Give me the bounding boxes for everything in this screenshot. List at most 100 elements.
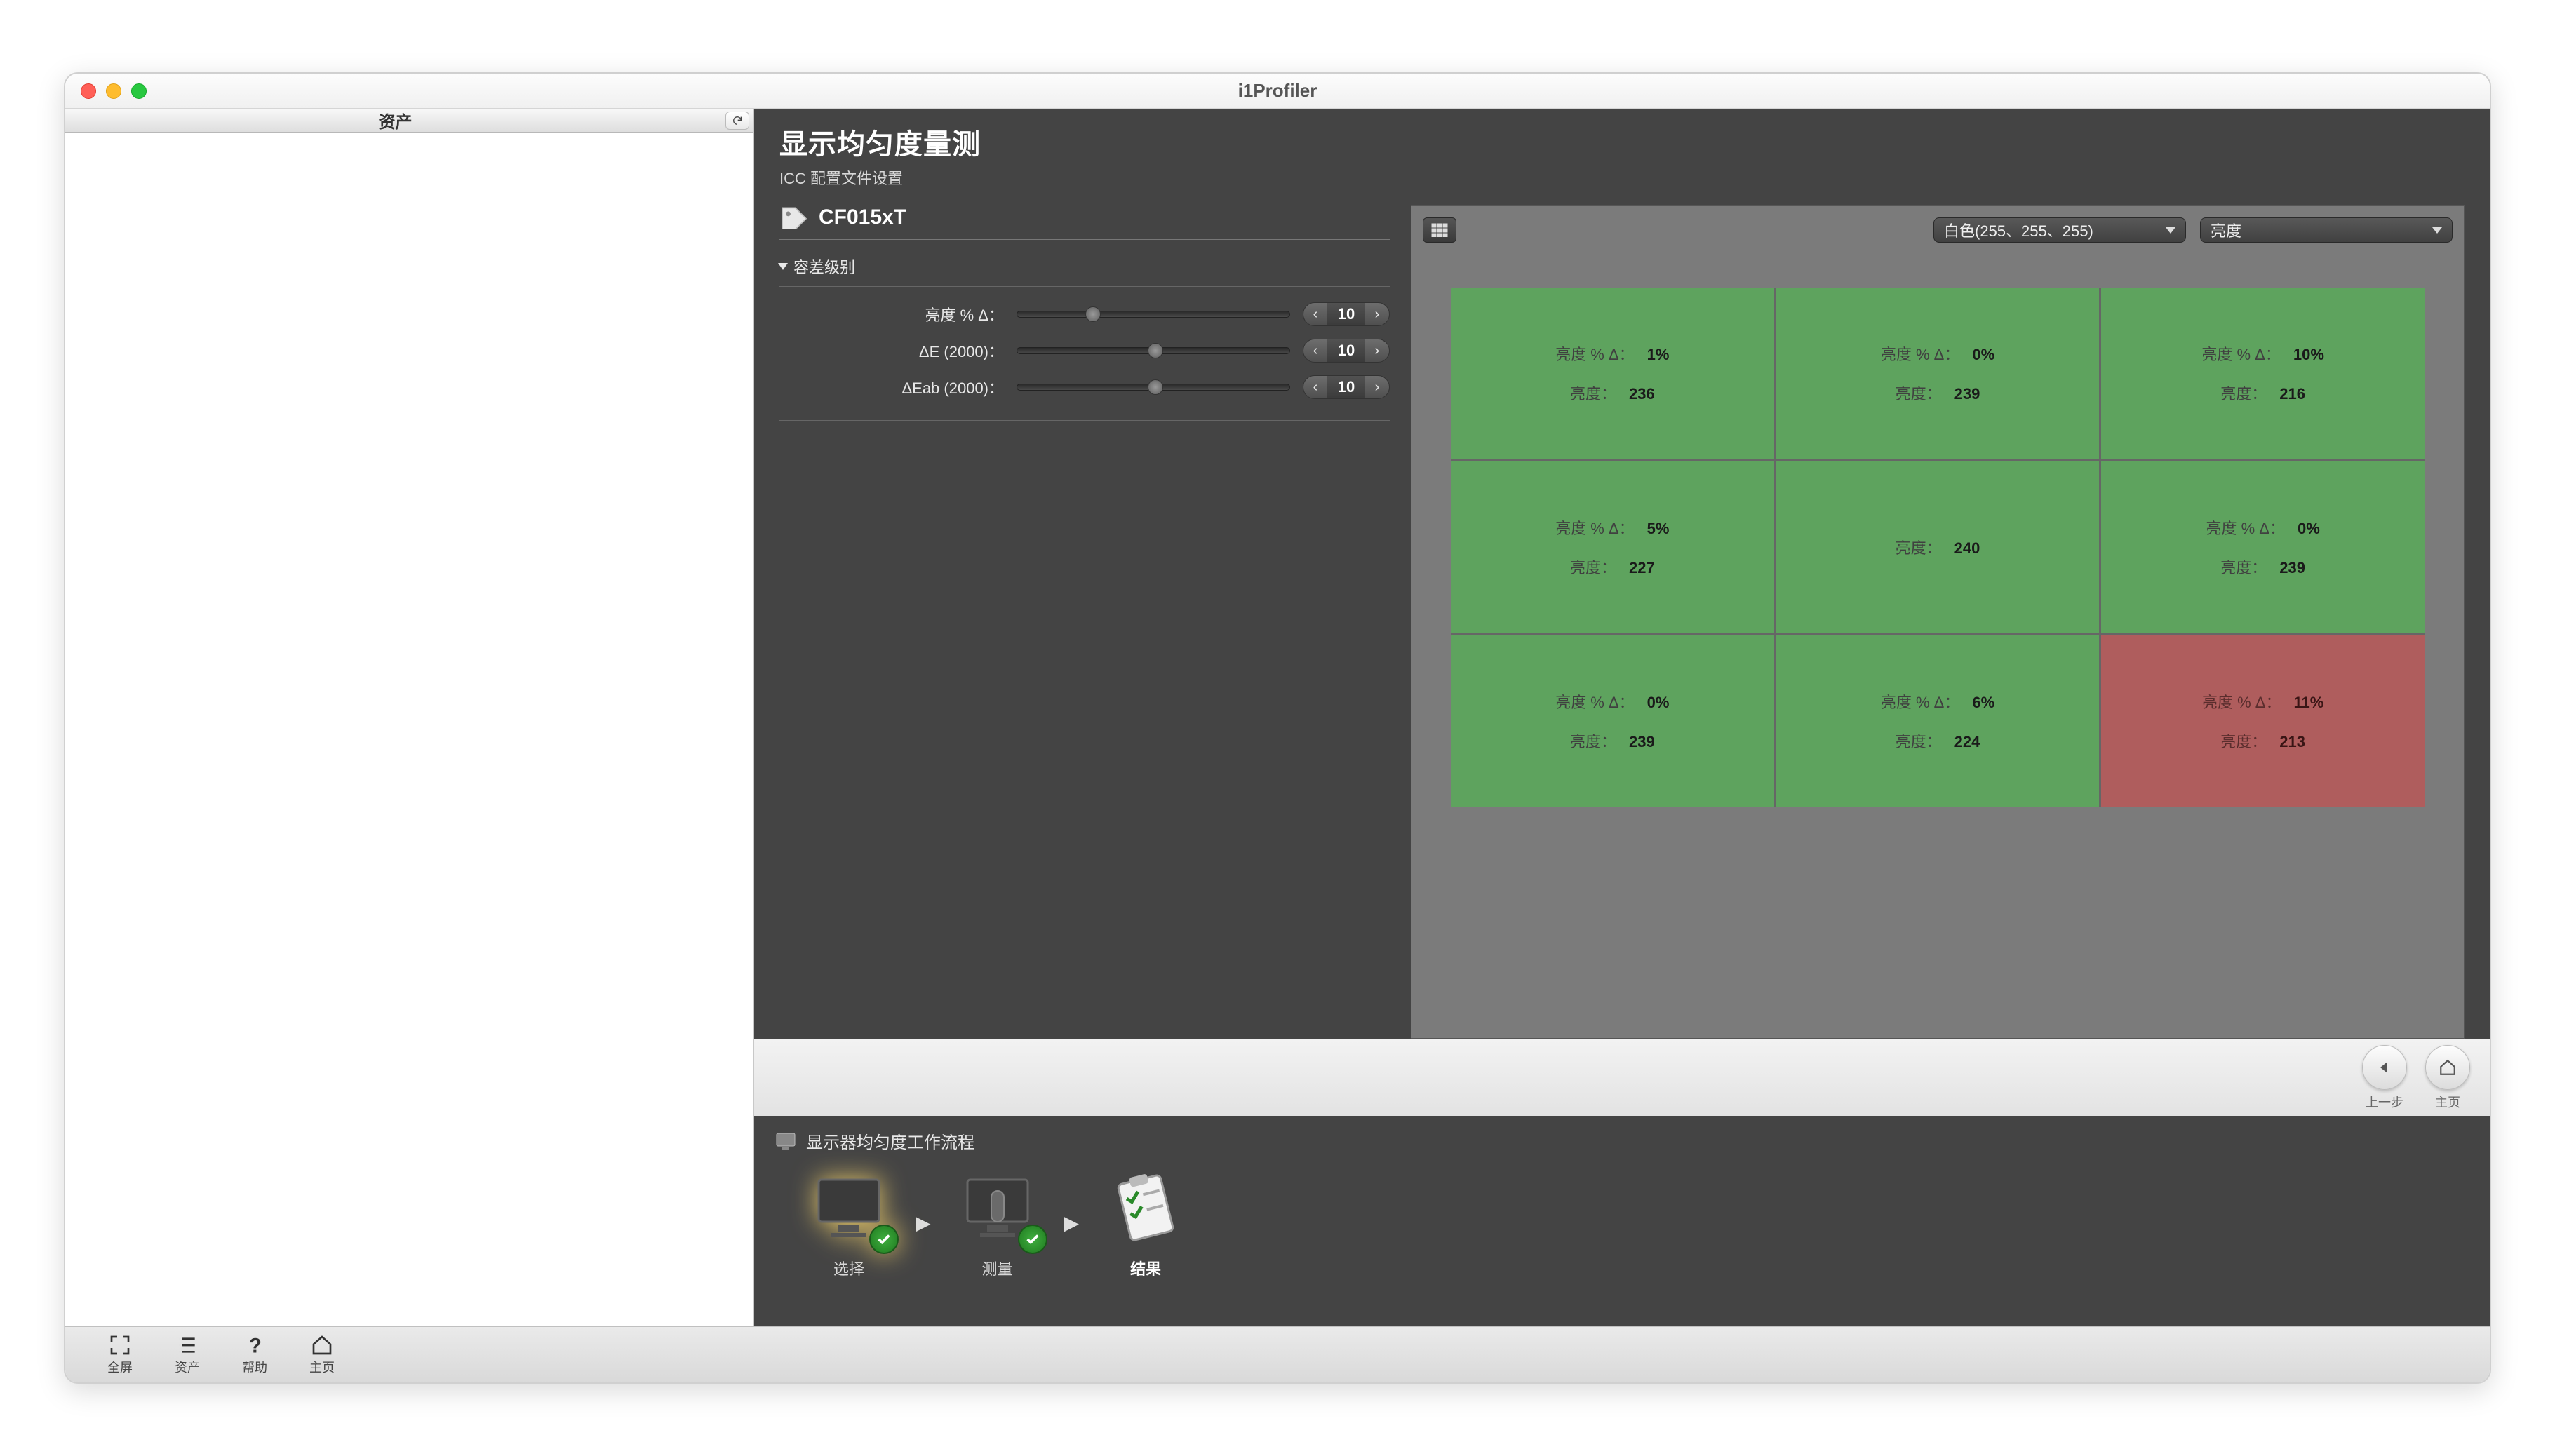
monitor-icon [775, 1132, 796, 1150]
tolerance-stepper[interactable]: ‹ 10 › [1303, 339, 1390, 363]
stepper-value: 10 [1327, 375, 1365, 399]
prev-button[interactable] [2362, 1045, 2407, 1090]
check-icon [1018, 1225, 1047, 1254]
cell-value: 亮度：239 [2220, 555, 2305, 578]
cell-delta: 亮度 % Δ：0% [1881, 342, 1994, 365]
assets-panel: 资产 [65, 109, 754, 1326]
workflow-steps: 选择▶测量▶结果 [775, 1166, 2469, 1279]
home-label: 主页 [2435, 1093, 2460, 1111]
tolerance-label: 亮度 % Δ： [779, 303, 1004, 325]
disclosure-triangle-icon [778, 263, 788, 270]
home-button[interactable] [2425, 1045, 2470, 1090]
svg-text:?: ? [249, 1334, 262, 1356]
cell-delta: 亮度 % Δ：0% [1555, 690, 1669, 713]
cell-delta: 亮度 % Δ：11% [2202, 690, 2323, 713]
tolerance-row: ΔEab (2000)： ‹ 10 › [779, 375, 1390, 399]
zoom-icon[interactable] [131, 83, 147, 99]
app-title: i1Profiler [65, 80, 2490, 102]
close-icon[interactable] [81, 83, 96, 99]
stepper-increment[interactable]: › [1365, 339, 1389, 363]
workflow-title: 显示器均匀度工作流程 [806, 1128, 974, 1153]
chevron-right-icon: ▶ [916, 1211, 931, 1234]
viewport-toolbar: 白色(255、255、255) 亮度 [1423, 217, 2453, 243]
tolerance-slider[interactable] [1017, 347, 1290, 354]
assets-button[interactable]: 资产 [175, 1334, 200, 1376]
workflow-header: 显示器均匀度工作流程 [775, 1128, 2469, 1153]
help-icon: ? [243, 1334, 266, 1356]
uniformity-cell[interactable]: 亮度 % Δ：10%亮度：216 [2101, 288, 2425, 459]
color-dropdown-label: 白色(255、255、255) [1944, 219, 2093, 241]
cell-value: 亮度：239 [1570, 729, 1655, 752]
home-toolbar-button[interactable]: 主页 [309, 1334, 335, 1376]
uniformity-cell[interactable]: 亮度 % Δ：5%亮度：227 [1451, 461, 1774, 633]
fullscreen-button[interactable]: 全屏 [107, 1334, 133, 1376]
check-icon [869, 1225, 899, 1254]
stepper-decrement[interactable]: ‹ [1303, 302, 1327, 326]
cell-value: 亮度：213 [2220, 729, 2305, 752]
uniformity-cell[interactable]: 亮度 % Δ：0% 亮度：239 [1451, 635, 1774, 807]
triangle-left-icon [2376, 1059, 2393, 1076]
workflow-step[interactable]: 测量 [952, 1166, 1043, 1279]
uniformity-cell[interactable]: 亮度 % Δ：0% 亮度：239 [1776, 288, 2100, 459]
tolerance-slider[interactable] [1017, 384, 1290, 391]
cell-value: 亮度：239 [1896, 382, 1980, 404]
color-dropdown[interactable]: 白色(255、255、255) [1933, 217, 2186, 243]
titlebar: i1Profiler [65, 74, 2490, 109]
slider-thumb-icon[interactable] [1148, 379, 1163, 395]
stepper-increment[interactable]: › [1365, 375, 1389, 399]
uniformity-cell[interactable]: 亮度 % Δ：1%亮度：236 [1451, 288, 1774, 459]
bottom-toolbar: 全屏 资产 ? 帮助 主页 [65, 1326, 2490, 1382]
stepper-increment[interactable]: › [1365, 302, 1389, 326]
fullscreen-label: 全屏 [107, 1358, 133, 1376]
fullscreen-icon [109, 1334, 131, 1356]
workflow-step[interactable]: 结果 [1100, 1166, 1191, 1279]
stepper-decrement[interactable]: ‹ [1303, 375, 1327, 399]
chevron-down-icon [2432, 227, 2442, 234]
tolerance-stepper[interactable]: ‹ 10 › [1303, 302, 1390, 326]
slider-thumb-icon[interactable] [1085, 306, 1101, 322]
home-icon [2439, 1058, 2457, 1077]
app-window: i1Profiler 资产 显示均匀度量测 ICC 配置文件设置 [64, 72, 2491, 1384]
workflow-step[interactable]: 选择 [803, 1166, 894, 1279]
tolerance-section-label: 容差级别 [793, 255, 855, 278]
list-icon [176, 1334, 199, 1356]
stepper-decrement[interactable]: ‹ [1303, 339, 1327, 363]
uniformity-grid: 亮度 % Δ：1%亮度：236 亮度 % Δ：0% 亮度：239 亮度 % Δ：10%… [1451, 288, 2425, 807]
workflow-step-label: 结果 [1130, 1257, 1161, 1279]
nav-strip: 上一步 主页 [754, 1039, 2490, 1116]
assets-label: 资产 [175, 1358, 200, 1376]
page-header: 显示均匀度量测 ICC 配置文件设置 [754, 109, 2490, 205]
tolerance-row: 亮度 % Δ： ‹ 10 › [779, 302, 1390, 326]
uniformity-cell[interactable]: 亮度：240 [1776, 461, 2100, 633]
prev-label: 上一步 [2366, 1093, 2403, 1111]
help-label: 帮助 [242, 1358, 267, 1376]
cell-delta: 亮度 % Δ：1% [1555, 342, 1669, 365]
tolerance-slider[interactable] [1017, 311, 1290, 318]
chevron-down-icon [2166, 227, 2175, 234]
tolerance-stepper[interactable]: ‹ 10 › [1303, 375, 1390, 399]
workflow-step-icon [803, 1166, 894, 1250]
home-toolbar-label: 主页 [309, 1358, 335, 1376]
tolerance-label: ΔE (2000)： [779, 339, 1004, 362]
uniformity-cell[interactable]: 亮度 % Δ：0% 亮度：239 [2101, 461, 2425, 633]
workflow-step-icon [1100, 1166, 1191, 1250]
page-title: 显示均匀度量测 [779, 121, 2465, 162]
uniformity-cell[interactable]: 亮度 % Δ：11% 亮度：213 [2101, 635, 2425, 807]
metric-dropdown[interactable]: 亮度 [2200, 217, 2453, 243]
tolerance-section-header[interactable]: 容差级别 [779, 247, 1390, 287]
cell-value: 亮度：216 [2220, 382, 2305, 404]
tolerance-row: ΔE (2000)： ‹ 10 › [779, 339, 1390, 363]
page-subtitle: ICC 配置文件设置 [779, 166, 2465, 189]
grid-layout-button[interactable] [1423, 217, 1456, 243]
device-name: CF015xT [819, 205, 906, 229]
uniformity-cell[interactable]: 亮度 % Δ：6%亮度：224 [1776, 635, 2100, 807]
cell-value: 亮度：227 [1570, 555, 1655, 578]
cell-value: 亮度：240 [1896, 536, 1980, 558]
refresh-button[interactable] [725, 112, 749, 130]
slider-thumb-icon[interactable] [1148, 343, 1163, 358]
minimize-icon[interactable] [106, 83, 121, 99]
help-button[interactable]: ? 帮助 [242, 1334, 267, 1376]
window-controls [81, 83, 147, 99]
cell-delta: 亮度 % Δ：0% [2206, 516, 2320, 539]
tolerance-panel: CF015xT 容差级别 亮度 % Δ： ‹ 10 › ΔE (2000)： ‹… [779, 205, 1390, 1039]
